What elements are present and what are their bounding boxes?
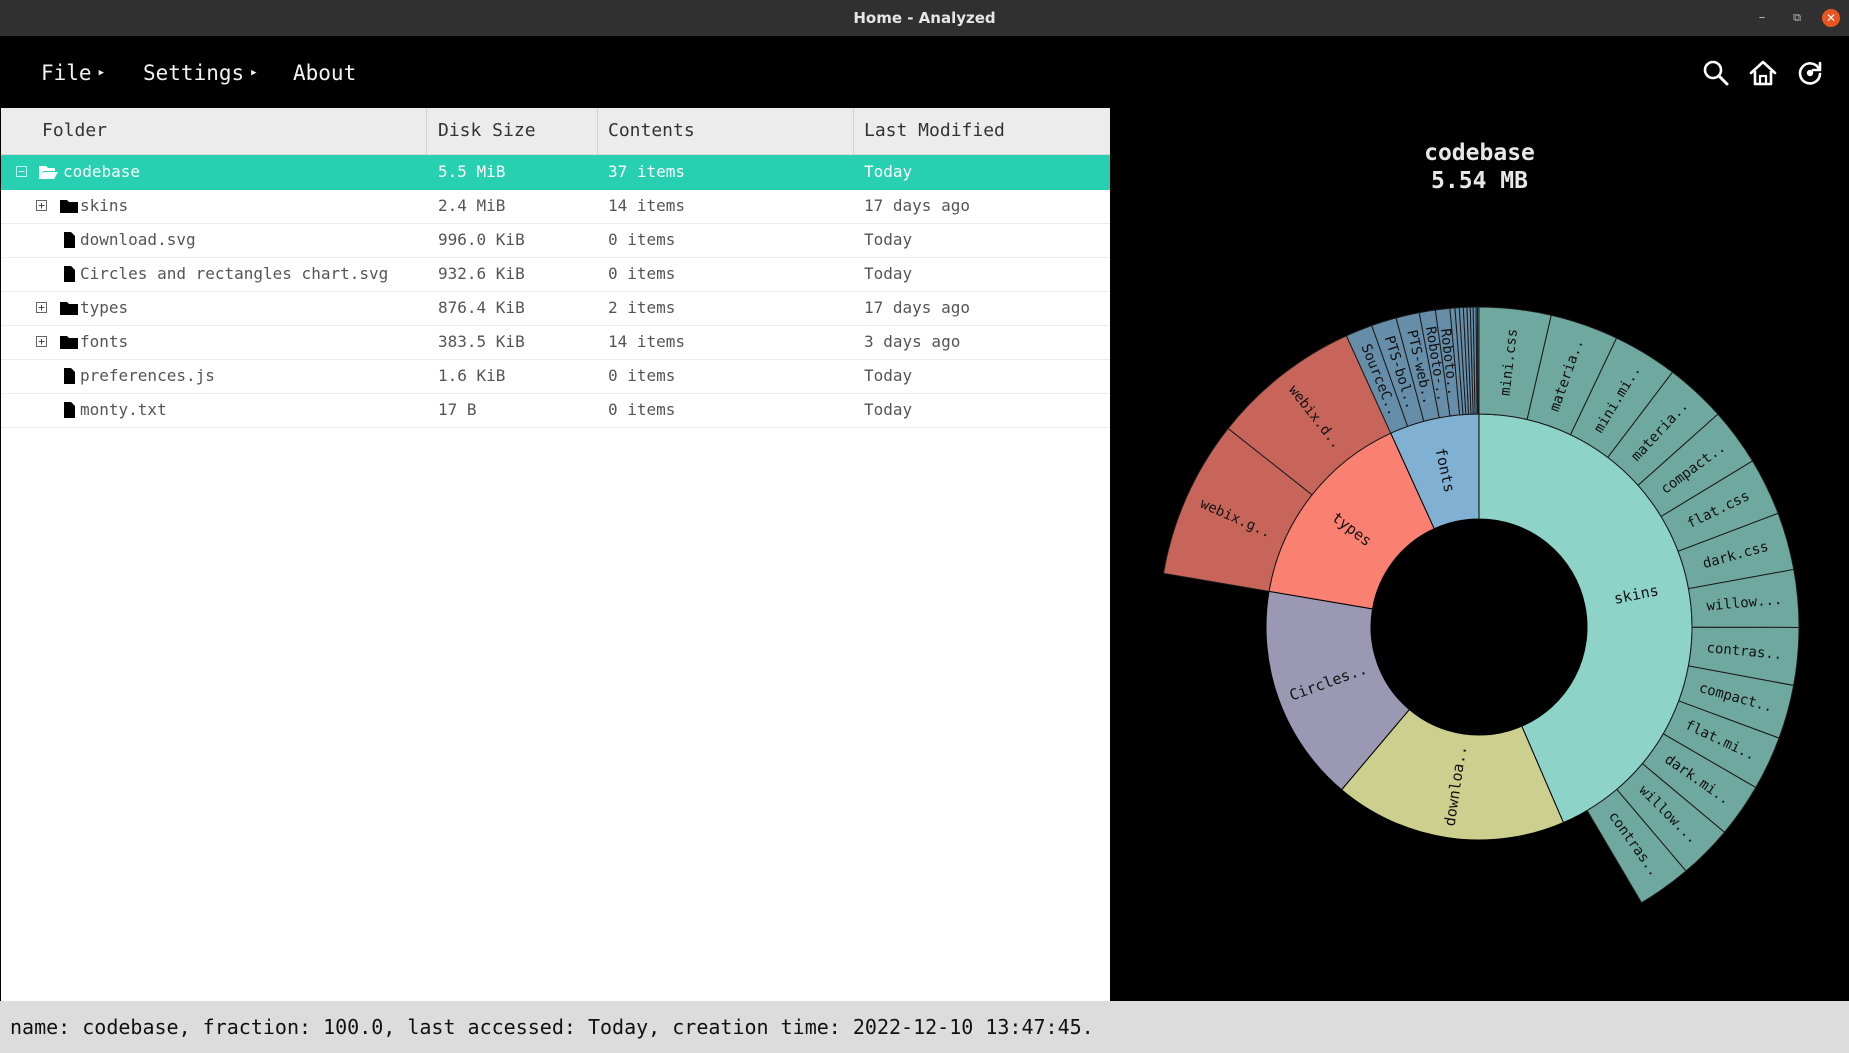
file-icon — [59, 265, 79, 283]
column-divider[interactable] — [853, 108, 854, 154]
row-name: skins — [80, 196, 129, 215]
sunburst-outer-segment-29[interactable] — [1477, 306, 1480, 415]
row-disk-size: 2.4 MiB — [438, 196, 506, 215]
expand-toggle-icon[interactable]: + — [36, 200, 47, 211]
menu-about-label: About — [293, 61, 357, 85]
folder-icon — [59, 299, 79, 317]
menu-settings-label: Settings — [143, 61, 245, 85]
menu-settings[interactable]: Settings ▶ — [143, 60, 257, 86]
table-row[interactable]: − codebase 5.5 MiB 37 items Today — [1, 155, 1110, 190]
row-name: fonts — [80, 332, 129, 351]
column-divider[interactable] — [426, 108, 427, 154]
menu-about[interactable]: About — [293, 60, 356, 86]
row-name: monty.txt — [80, 400, 167, 419]
table-row[interactable]: Circles and rectangles chart.svg 932.6 Ki… — [1, 257, 1110, 292]
table-header: Folder Disk Size Contents Last Modified — [1, 108, 1110, 155]
close-button[interactable]: ✕ — [1822, 9, 1840, 27]
row-contents: 14 items — [608, 196, 686, 215]
expand-toggle-icon[interactable]: + — [36, 302, 47, 313]
row-last-modified: 17 days ago — [864, 196, 970, 215]
menu-file[interactable]: File ▶ — [41, 60, 104, 86]
row-name: download.svg — [80, 230, 196, 249]
maximize-button[interactable]: ⧉ — [1788, 9, 1806, 27]
menu-file-label: File — [41, 61, 92, 85]
folder-icon — [59, 333, 79, 351]
folder-tree-table: Folder Disk Size Contents Last Modified … — [1, 108, 1110, 1001]
row-contents: 0 items — [608, 264, 676, 283]
row-disk-size: 1.6 KiB — [438, 366, 506, 385]
row-last-modified: Today — [864, 264, 913, 283]
collapse-toggle-icon[interactable]: − — [16, 166, 27, 177]
column-header-folder[interactable]: Folder — [42, 108, 107, 154]
submenu-caret-icon: ▶ — [98, 68, 104, 78]
status-bar: name: codebase, fraction: 100.0, last ac… — [0, 1001, 1849, 1053]
home-icon[interactable] — [1747, 57, 1779, 89]
sunburst-panel: codebase 5.54 MB skins downloa.. Circles..… — [1110, 108, 1849, 1001]
row-contents: 14 items — [608, 332, 686, 351]
row-last-modified: 17 days ago — [864, 298, 970, 317]
file-icon — [59, 231, 79, 249]
row-name: codebase — [63, 162, 141, 181]
row-disk-size: 996.0 KiB — [438, 230, 525, 249]
column-header-disk-size[interactable]: Disk Size — [438, 108, 536, 154]
row-contents: 37 items — [608, 162, 686, 181]
row-name: Circles and rectangles chart.svg — [80, 264, 389, 283]
row-name: types — [80, 298, 129, 317]
row-contents: 0 items — [608, 400, 676, 419]
minimize-button[interactable]: – — [1753, 9, 1771, 27]
row-disk-size: 17 B — [438, 400, 477, 419]
table-row[interactable]: + types 876.4 KiB 2 items 17 days ago — [1, 291, 1110, 326]
column-header-last-modified[interactable]: Last Modified — [864, 108, 1005, 154]
row-last-modified: Today — [864, 366, 913, 385]
row-last-modified: Today — [864, 230, 913, 249]
row-disk-size: 5.5 MiB — [438, 162, 506, 181]
row-last-modified: Today — [864, 162, 913, 181]
row-disk-size: 383.5 KiB — [438, 332, 525, 351]
row-contents: 0 items — [608, 230, 676, 249]
folder-open-icon — [38, 163, 58, 181]
row-contents: 2 items — [608, 298, 676, 317]
submenu-caret-icon: ▶ — [251, 68, 257, 78]
file-icon — [59, 367, 79, 385]
column-header-contents[interactable]: Contents — [608, 108, 695, 154]
table-row[interactable]: + skins 2.4 MiB 14 items 17 days ago — [1, 189, 1110, 224]
row-last-modified: 3 days ago — [864, 332, 961, 351]
table-row[interactable]: preferences.js 1.6 KiB 0 items Today — [1, 359, 1110, 394]
column-divider[interactable] — [597, 108, 598, 154]
refresh-icon[interactable] — [1794, 57, 1826, 89]
row-contents: 0 items — [608, 366, 676, 385]
row-disk-size: 876.4 KiB — [438, 298, 525, 317]
expand-toggle-icon[interactable]: + — [36, 336, 47, 347]
menu-bar: File ▶ Settings ▶ About — [0, 36, 1849, 108]
table-row[interactable]: monty.txt 17 B 0 items Today — [1, 393, 1110, 428]
file-icon — [59, 401, 79, 419]
sunburst-chart: skinsdownloa..Circles..typesfontsmini.cs… — [1162, 306, 1800, 904]
row-last-modified: Today — [864, 400, 913, 419]
folder-icon — [59, 197, 79, 215]
table-row[interactable]: + fonts 383.5 KiB 14 items 3 days ago — [1, 325, 1110, 360]
row-disk-size: 932.6 KiB — [438, 264, 525, 283]
window-titlebar: Home - Analyzed – ⧉ ✕ — [0, 0, 1849, 36]
row-name: preferences.js — [80, 366, 215, 385]
table-row[interactable]: download.svg 996.0 KiB 0 items Today — [1, 223, 1110, 258]
window-title: Home - Analyzed — [853, 9, 996, 27]
search-icon[interactable] — [1700, 57, 1732, 89]
